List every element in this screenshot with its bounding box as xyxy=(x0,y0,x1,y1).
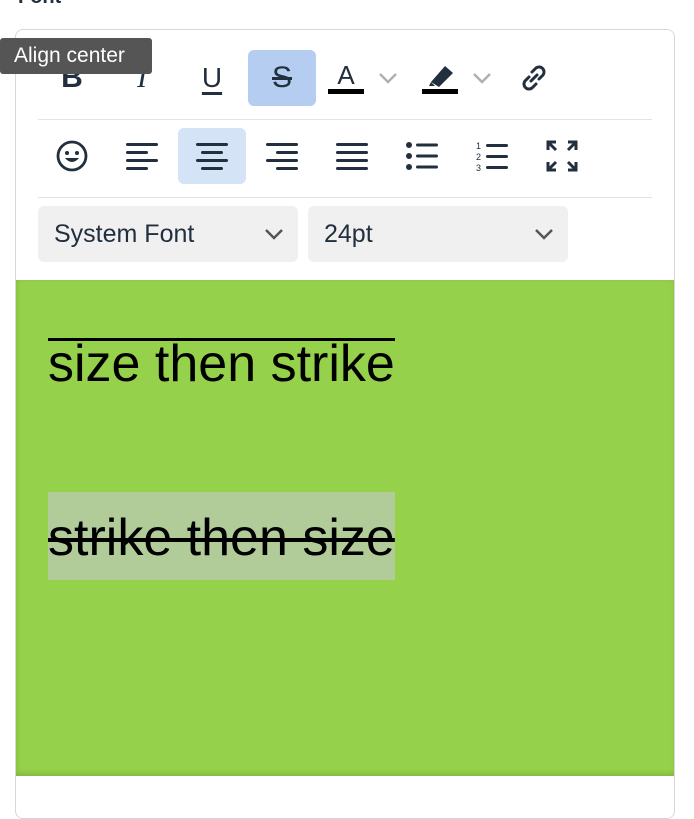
justify-button[interactable] xyxy=(318,128,386,184)
fullscreen-icon xyxy=(546,140,578,172)
svg-text:A: A xyxy=(337,60,355,90)
editor-content-area[interactable]: size then strike strike then size xyxy=(16,280,674,776)
numbered-list-icon: 1 2 3 xyxy=(476,141,508,172)
tooltip-align-center: Align center xyxy=(0,38,152,74)
highlight-color-dropdown[interactable] xyxy=(464,50,500,106)
toolbar-row-alignment: 1 2 3 xyxy=(38,128,596,184)
link-icon xyxy=(522,65,546,91)
align-center-icon xyxy=(196,143,228,170)
svg-text:2: 2 xyxy=(476,152,481,162)
numbered-list-button[interactable]: 1 2 3 xyxy=(458,128,526,184)
paragraph-text: strike then size xyxy=(48,509,395,567)
section-label: Font xyxy=(18,0,61,9)
align-left-button[interactable] xyxy=(108,128,176,184)
strikethrough-button[interactable]: S xyxy=(248,50,316,106)
strikethrough-icon: S xyxy=(271,61,292,94)
emoji-button[interactable] xyxy=(38,128,106,184)
emoji-icon xyxy=(56,140,88,172)
rich-text-editor: B I U S A 1 2 3 System Font 24pt size th… xyxy=(15,29,675,819)
fullscreen-button[interactable] xyxy=(528,128,596,184)
toolbar-divider xyxy=(38,119,652,120)
highlighter-icon xyxy=(422,66,458,94)
text-color-icon: A xyxy=(328,60,364,94)
paragraph-strike-then-size[interactable]: strike then size xyxy=(48,492,395,580)
align-right-button[interactable] xyxy=(248,128,316,184)
chevron-down-icon xyxy=(265,229,283,240)
align-center-button[interactable] xyxy=(178,128,246,184)
toolbar-row-fonts: System Font 24pt xyxy=(38,206,568,262)
font-family-value: System Font xyxy=(54,219,195,248)
bullet-list-button[interactable] xyxy=(388,128,456,184)
underline-button[interactable]: U xyxy=(178,50,246,106)
font-family-select[interactable]: System Font xyxy=(38,206,298,262)
chevron-down-icon xyxy=(473,73,491,84)
underline-icon: U xyxy=(201,62,223,93)
bullet-list-icon xyxy=(406,142,438,170)
highlight-color-button[interactable] xyxy=(416,50,464,106)
link-button[interactable] xyxy=(506,50,562,106)
chevron-down-icon xyxy=(535,229,553,240)
text-color-split-button: A xyxy=(318,50,410,106)
paragraph-size-then-strike[interactable]: size then strike xyxy=(48,338,395,390)
paragraph-text: size then strike xyxy=(48,335,395,393)
align-right-icon xyxy=(266,143,298,170)
chevron-down-icon xyxy=(379,73,397,84)
strikethrough-line xyxy=(48,338,395,341)
text-color-dropdown[interactable] xyxy=(370,50,406,106)
svg-text:3: 3 xyxy=(476,163,481,172)
justify-icon xyxy=(336,143,368,170)
font-size-value: 24pt xyxy=(324,219,373,248)
svg-text:1: 1 xyxy=(476,141,481,151)
highlight-color-split-button xyxy=(412,50,504,106)
toolbar-divider xyxy=(38,197,652,198)
align-left-icon xyxy=(126,143,158,170)
text-color-button[interactable]: A xyxy=(322,50,370,106)
font-size-select[interactable]: 24pt xyxy=(308,206,568,262)
